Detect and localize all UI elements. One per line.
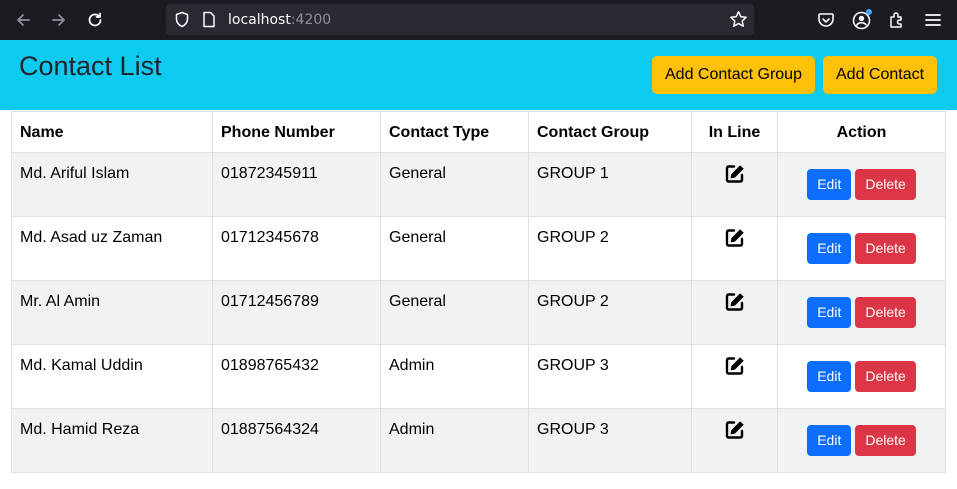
table-row: Mr. Al Amin 01712456789 General GROUP 2 Edit…	[11, 280, 946, 345]
url-bar[interactable]: localhost:4200	[166, 4, 754, 35]
edit-button[interactable]: Edit	[807, 169, 852, 200]
contacts-table-wrapper: Name Phone Number Contact Type Contact G…	[11, 111, 946, 473]
extensions-icon[interactable]	[886, 9, 908, 31]
cell-phone: 01898765432	[212, 344, 381, 409]
cell-inline	[691, 216, 778, 281]
edit-button[interactable]: Edit	[807, 361, 852, 392]
url-text[interactable]: localhost:4200	[228, 12, 331, 28]
cell-name: Mr. Al Amin	[11, 280, 213, 345]
cell-phone: 01872345911	[212, 152, 381, 217]
delete-button[interactable]: Delete	[855, 169, 916, 200]
page-icon	[202, 11, 216, 33]
tracking-shield-icon[interactable]	[174, 11, 190, 33]
cell-name: Md. Asad uz Zaman	[11, 216, 213, 281]
cell-action: Edit Delete	[777, 216, 946, 281]
cell-action: Edit Delete	[777, 408, 946, 473]
menu-icon[interactable]	[922, 9, 944, 31]
table-header-row: Name Phone Number Contact Type Contact G…	[11, 111, 946, 153]
cell-inline	[691, 152, 778, 217]
pen-to-square-icon[interactable]	[724, 291, 746, 313]
cell-group: GROUP 3	[528, 408, 692, 473]
pocket-icon[interactable]	[815, 9, 837, 31]
table-row: Md. Asad uz Zaman 01712345678 General GROUP…	[11, 216, 946, 281]
edit-button[interactable]: Edit	[807, 233, 852, 264]
url-host: localhost	[228, 12, 291, 28]
forward-icon[interactable]	[47, 8, 71, 32]
cell-type: Admin	[380, 408, 529, 473]
cell-phone: 01712456789	[212, 280, 381, 345]
table-row: Md. Hamid Reza 01887564324 Admin GROUP 3 Edi…	[11, 408, 946, 473]
back-icon[interactable]	[11, 8, 35, 32]
column-header-phone: Phone Number	[212, 111, 381, 153]
cell-inline	[691, 408, 778, 473]
cell-name: Md. Ariful Islam	[11, 152, 213, 217]
cell-type: General	[380, 280, 529, 345]
pen-to-square-icon[interactable]	[724, 163, 746, 185]
cell-name: Md. Hamid Reza	[11, 408, 213, 473]
cell-group: GROUP 2	[528, 216, 692, 281]
pen-to-square-icon[interactable]	[724, 227, 746, 249]
cell-group: GROUP 3	[528, 344, 692, 409]
account-icon[interactable]	[850, 9, 872, 31]
cell-type: General	[380, 216, 529, 281]
edit-button[interactable]: Edit	[807, 297, 852, 328]
table-row: Md. Ariful Islam 01872345911 General GROUP …	[11, 152, 946, 217]
notification-dot	[866, 9, 872, 15]
add-contact-button[interactable]: Add Contact	[823, 56, 938, 94]
delete-button[interactable]: Delete	[855, 425, 916, 456]
cell-phone: 01887564324	[212, 408, 381, 473]
delete-button[interactable]: Delete	[855, 297, 916, 328]
delete-button[interactable]: Delete	[855, 361, 916, 392]
cell-type: General	[380, 152, 529, 217]
pen-to-square-icon[interactable]	[724, 419, 746, 441]
cell-group: GROUP 1	[528, 152, 692, 217]
page-title: Contact List	[19, 51, 162, 81]
browser-toolbar: localhost:4200	[0, 0, 957, 40]
edit-button[interactable]: Edit	[807, 425, 852, 456]
cell-group: GROUP 2	[528, 280, 692, 345]
cell-action: Edit Delete	[777, 152, 946, 217]
url-port: :4200	[290, 12, 332, 28]
table-row: Md. Kamal Uddin 01898765432 Admin GROUP 3 Ed…	[11, 344, 946, 409]
app-header: Contact List Add Contact Group Add Conta…	[0, 40, 957, 110]
cell-name: Md. Kamal Uddin	[11, 344, 213, 409]
pen-to-square-icon[interactable]	[724, 355, 746, 377]
cell-inline	[691, 280, 778, 345]
reload-icon[interactable]	[83, 8, 107, 32]
bookmark-star-icon[interactable]	[729, 10, 748, 34]
add-contact-group-button[interactable]: Add Contact Group	[652, 56, 815, 94]
column-header-inline: In Line	[691, 111, 778, 153]
column-header-action: Action	[777, 111, 946, 153]
delete-button[interactable]: Delete	[855, 233, 916, 264]
cell-action: Edit Delete	[777, 280, 946, 345]
cell-inline	[691, 344, 778, 409]
cell-type: Admin	[380, 344, 529, 409]
cell-phone: 01712345678	[212, 216, 381, 281]
contacts-table: Name Phone Number Contact Type Contact G…	[11, 111, 946, 473]
column-header-group: Contact Group	[528, 111, 692, 153]
cell-action: Edit Delete	[777, 344, 946, 409]
column-header-name: Name	[11, 111, 213, 153]
column-header-type: Contact Type	[380, 111, 529, 153]
